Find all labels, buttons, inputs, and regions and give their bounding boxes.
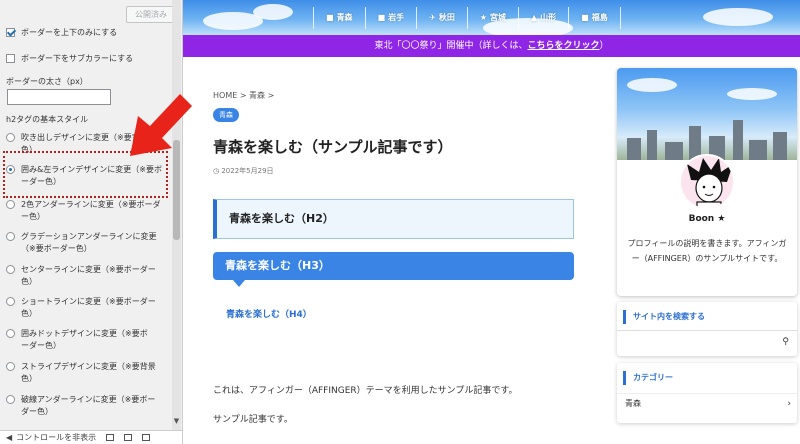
mountain-icon: ▲ <box>531 13 538 22</box>
h3-tail <box>233 280 245 287</box>
star-icon: ★ <box>479 13 487 22</box>
category-badge[interactable]: 青森 <box>213 108 239 122</box>
radio-button[interactable] <box>6 232 15 241</box>
nav-item-akita[interactable]: ✈ 秋田 <box>416 7 467 29</box>
body-text: サンプル記事です。 <box>213 415 293 425</box>
h2-option-7[interactable]: ストライプデザインに変更（※要背景 色） <box>6 361 168 385</box>
customizer-panel: 公開済み ボーダーを上下のみにする ボーダー下をサブカラーにする ボーダーの太さ… <box>0 0 183 444</box>
radio-button[interactable] <box>6 133 15 142</box>
city-header-image <box>617 68 797 160</box>
breadcrumb[interactable]: HOME > 青森 > <box>213 90 274 101</box>
desktop-preview-icon[interactable] <box>106 434 115 441</box>
bus-icon: ■ <box>377 13 386 22</box>
h2-option-2[interactable]: 2色アンダーラインに変更（※要ボーダ ー色） <box>6 199 168 223</box>
check-top-bottom-row[interactable]: ボーダーを上下のみにする <box>6 27 117 38</box>
heading-h4: 青森を楽しむ（H4） <box>226 310 312 320</box>
border-width-input[interactable] <box>7 89 111 105</box>
radio-button[interactable] <box>6 265 15 274</box>
category-item-aomori[interactable]: 青森 › <box>617 393 797 413</box>
notice-link[interactable]: こちらをクリック <box>527 41 599 51</box>
check-sub-color-checkbox[interactable] <box>6 54 15 63</box>
h2-option-4[interactable]: センターラインに変更（※要ボーダー 色） <box>6 264 168 288</box>
customizer-footer: ◀ コントロールを非表示 <box>0 430 182 444</box>
scroll-down-icon[interactable]: ▼ <box>172 416 181 426</box>
check-sub-color-label: ボーダー下をサブカラーにする <box>21 54 134 63</box>
train-icon: ■ <box>326 13 334 22</box>
train-icon: ■ <box>581 13 589 22</box>
check-sub-color-row[interactable]: ボーダー下をサブカラーにする <box>6 53 133 64</box>
border-width-label: ボーダーの太さ（px） <box>6 77 88 86</box>
nav-item-fukushima[interactable]: ■ 福島 <box>568 7 621 29</box>
heading-h3: 青森を楽しむ（H3） <box>213 252 574 280</box>
radio-button[interactable] <box>6 329 15 338</box>
selected-option-highlight <box>3 151 168 198</box>
search-input[interactable]: ⚲ <box>617 330 797 354</box>
notice-bar: 東北「〇〇祭り」開催中（詳しくは、こちらをクリック） <box>183 35 800 57</box>
site-preview: ■ 青森 ■ 岩手 ✈ 秋田 ★ 宮城 ▲ 山形 ■ 福島 東北「〇〇祭り」開催中（詳しくは… <box>183 0 800 444</box>
heading-h2: 青森を楽しむ（H2） <box>213 199 574 239</box>
mobile-preview-icon[interactable] <box>142 434 151 441</box>
h2-option-8[interactable]: 破線アンダーラインに変更（※要ボー ダー色） <box>6 394 168 418</box>
nav-item-aomori[interactable]: ■ 青森 <box>313 7 365 29</box>
nav-item-yamagata[interactable]: ▲ 山形 <box>518 7 568 29</box>
radio-button[interactable] <box>6 362 15 371</box>
category-widget: カテゴリー 青森 › <box>617 363 797 423</box>
search-widget-title: サイト内を検索する <box>623 310 797 324</box>
radio-button[interactable] <box>6 200 15 209</box>
publish-button[interactable]: 公開済み <box>126 6 176 23</box>
hide-controls-label[interactable]: コントロールを非表示 <box>16 432 96 443</box>
avatar <box>679 154 735 210</box>
h2-style-label: h2タグの基本スタイル <box>6 115 89 124</box>
search-icon[interactable]: ⚲ <box>782 337 789 347</box>
check-top-bottom-label: ボーダーを上下のみにする <box>21 28 118 37</box>
h2-option-5[interactable]: ショートラインに変更（※要ボーダー 色） <box>6 296 168 320</box>
h2-option-6[interactable]: 囲みドットデザインに変更（※要ボ ーダー色） <box>6 328 168 352</box>
h2-option-3[interactable]: グラデーションアンダーラインに変更 （※要ボーダー色） <box>6 231 168 255</box>
chevron-right-icon: › <box>787 399 791 409</box>
radio-button[interactable] <box>6 297 15 306</box>
header-sky-image: ■ 青森 ■ 岩手 ✈ 秋田 ★ 宮城 ▲ 山形 ■ 福島 <box>183 0 800 35</box>
post-date: ◷ 2022年5月29日 <box>213 167 274 175</box>
nav-item-iwate[interactable]: ■ 岩手 <box>364 7 417 29</box>
plane-icon: ✈ <box>429 13 436 22</box>
nav-item-miyagi[interactable]: ★ 宮城 <box>466 7 518 29</box>
search-widget: サイト内を検索する ⚲ <box>617 302 797 356</box>
profile-name: Boon ★ <box>688 214 726 224</box>
page-title: 青森を楽しむ（サンプル記事です） <box>213 138 453 156</box>
category-widget-title: カテゴリー <box>623 371 797 385</box>
collapse-icon[interactable]: ◀ <box>6 433 12 442</box>
radio-button[interactable] <box>6 395 15 404</box>
body-text: これは、アフィンガー（AFFINGER）テーマを利用したサンプル記事です。 <box>213 386 518 396</box>
tablet-preview-icon[interactable] <box>124 434 133 441</box>
check-top-bottom-checkbox[interactable] <box>6 28 15 37</box>
profile-description: プロフィールの説明を書きます。アフィンガー（AFFINGER）のサンプルサイトで… <box>627 239 787 263</box>
header-nav: ■ 青森 ■ 岩手 ✈ 秋田 ★ 宮城 ▲ 山形 ■ 福島 <box>313 7 621 29</box>
profile-card: Boon ★ プロフィールの説明を書きます。アフィンガー（AFFINGER）のサ… <box>617 68 797 296</box>
